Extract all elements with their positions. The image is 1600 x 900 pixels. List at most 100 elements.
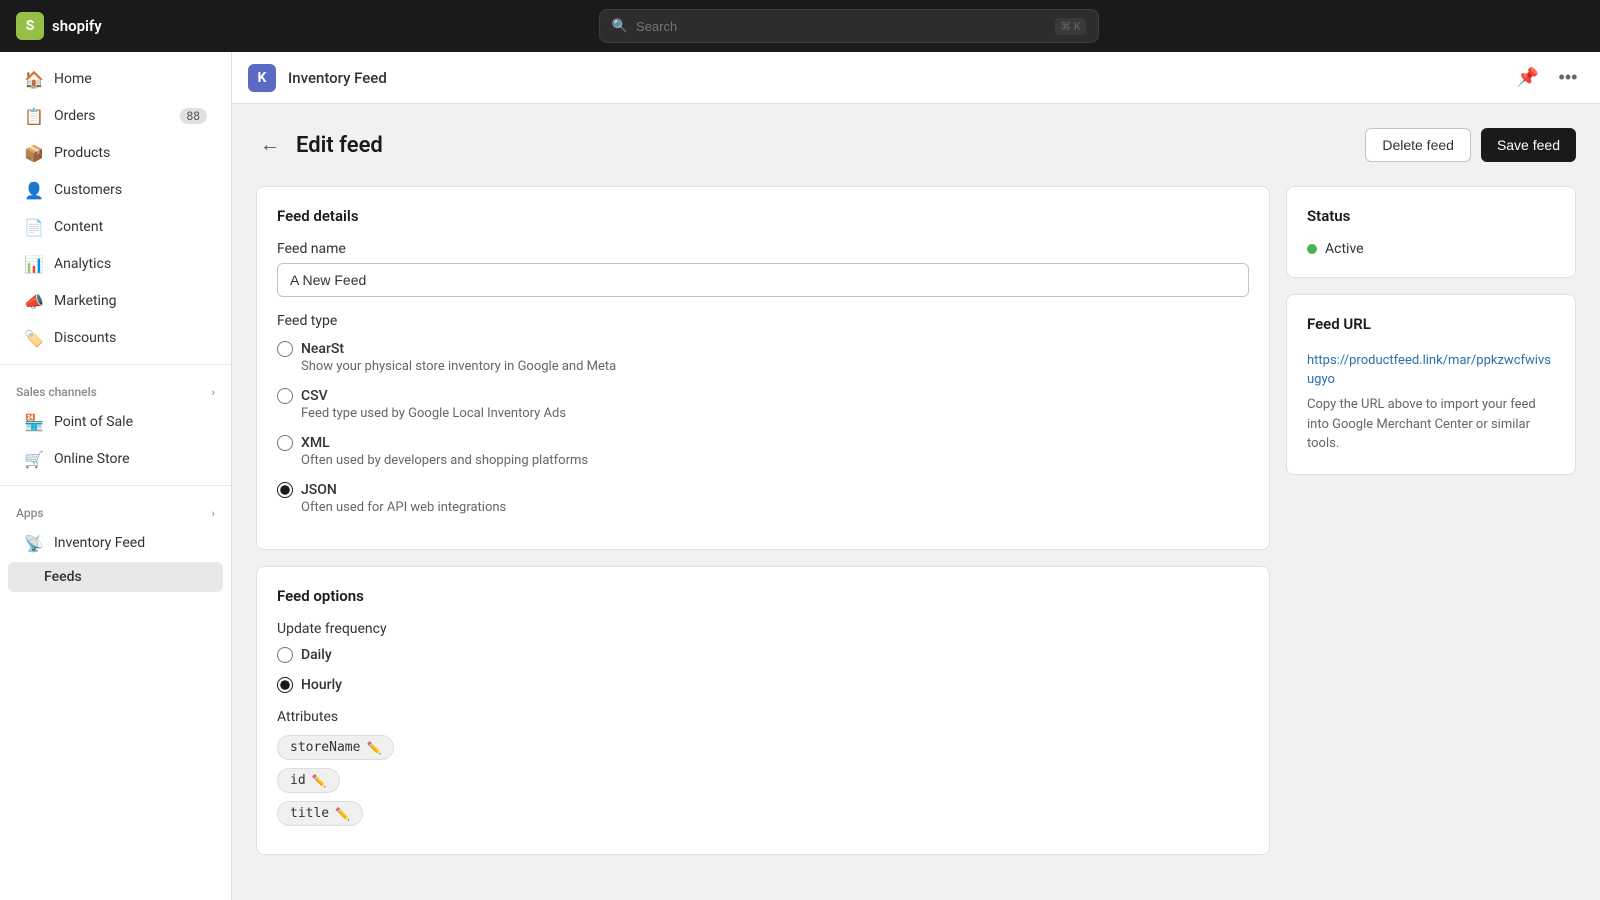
sidebar-item-label: Content [54, 219, 103, 235]
pin-button[interactable]: 📌 [1512, 62, 1544, 94]
attribute-name: id [290, 773, 306, 788]
point-of-sale-icon: 🏪 [24, 412, 44, 432]
feed-url-description: Copy the URL above to import your feed i… [1307, 395, 1555, 454]
feed-type-nearst: NearSt Show your physical store inventor… [277, 341, 1249, 374]
more-actions-button[interactable]: ••• [1552, 62, 1584, 94]
sidebar-item-label: Inventory Feed [54, 535, 145, 551]
logo-text: shopify [52, 17, 102, 35]
apps-label: Apps [16, 506, 44, 520]
divider [0, 364, 231, 365]
csv-desc: Feed type used by Google Local Inventory… [277, 406, 1249, 421]
products-icon: 📦 [24, 143, 44, 163]
sidebar-item-inventory-feed[interactable]: 📡 Inventory Feed [8, 525, 223, 561]
sidebar-item-label: Online Store [54, 451, 130, 467]
feed-details-title: Feed details [277, 207, 1249, 225]
status-card-title: Status [1307, 207, 1555, 225]
main-column: Feed details Feed name Feed type NearSt … [256, 186, 1270, 855]
daily-radio[interactable] [277, 647, 293, 663]
search-bar[interactable]: 🔍 ⌘ K [599, 9, 1099, 43]
attribute-id: id ✏️ [277, 768, 340, 793]
two-col-layout: Feed details Feed name Feed type NearSt … [256, 186, 1576, 855]
feed-name-input[interactable] [277, 263, 1249, 297]
back-button[interactable]: ← [256, 130, 284, 161]
json-radio[interactable] [277, 482, 293, 498]
sidebar-item-content[interactable]: 📄 Content [8, 209, 223, 245]
csv-radio[interactable] [277, 388, 293, 404]
logo: S shopify [16, 12, 102, 40]
xml-label[interactable]: XML [301, 435, 330, 451]
status-text: Active [1325, 241, 1364, 257]
xml-desc: Often used by developers and shopping pl… [277, 453, 1249, 468]
page-header-right: Delete feed Save feed [1365, 128, 1576, 162]
customers-icon: 👤 [24, 180, 44, 200]
sidebar-item-label: Point of Sale [54, 414, 133, 430]
sidebar-item-label: Feeds [44, 569, 82, 585]
sidebar-item-label: Customers [54, 182, 122, 198]
marketing-icon: 📣 [24, 291, 44, 311]
nearst-label[interactable]: NearSt [301, 341, 344, 357]
sidebar-item-label: Marketing [54, 293, 117, 309]
sidebar-item-online-store[interactable]: 🛒 Online Store [8, 441, 223, 477]
feed-details-card: Feed details Feed name Feed type NearSt … [256, 186, 1270, 550]
xml-radio[interactable] [277, 435, 293, 451]
sidebar-item-label: Analytics [54, 256, 111, 272]
analytics-icon: 📊 [24, 254, 44, 274]
edit-title-icon[interactable]: ✏️ [335, 807, 350, 821]
page-title: Edit feed [296, 133, 383, 158]
sidebar-item-label: Orders [54, 108, 96, 124]
attribute-name: storeName [290, 740, 360, 755]
nearst-radio[interactable] [277, 341, 293, 357]
daily-label[interactable]: Daily [301, 647, 332, 663]
sidebar: 🏠 Home 📋 Orders 88 📦 Products 👤 Customer… [0, 52, 232, 900]
sidebar-item-home[interactable]: 🏠 Home [8, 61, 223, 97]
content-icon: 📄 [24, 217, 44, 237]
sales-channels-label: Sales channels [16, 385, 97, 399]
discounts-icon: 🏷️ [24, 328, 44, 348]
topbar: S shopify 🔍 ⌘ K [0, 0, 1600, 52]
status-dot [1307, 244, 1317, 254]
edit-id-icon[interactable]: ✏️ [312, 774, 327, 788]
online-store-icon: 🛒 [24, 449, 44, 469]
home-icon: 🏠 [24, 69, 44, 89]
sub-header-title: Inventory Feed [288, 69, 387, 87]
sidebar-item-point-of-sale[interactable]: 🏪 Point of Sale [8, 404, 223, 440]
sidebar-item-customers[interactable]: 👤 Customers [8, 172, 223, 208]
sales-channels-header[interactable]: Sales channels › [0, 373, 231, 403]
status-card: Status Active [1286, 186, 1576, 278]
chevron-right-icon: › [212, 386, 215, 399]
edit-storename-icon[interactable]: ✏️ [366, 741, 381, 755]
hourly-label[interactable]: Hourly [301, 677, 342, 693]
sidebar-item-analytics[interactable]: 📊 Analytics [8, 246, 223, 282]
sidebar-item-discounts[interactable]: 🏷️ Discounts [8, 320, 223, 356]
hourly-radio[interactable] [277, 677, 293, 693]
search-shortcut: ⌘ K [1055, 18, 1086, 35]
search-input[interactable] [636, 19, 1047, 34]
feed-url-link[interactable]: https://productfeed.link/mar/ppkzwcfwivs… [1307, 353, 1551, 387]
apps-header[interactable]: Apps › [0, 494, 231, 524]
feed-name-label: Feed name [277, 241, 1249, 257]
orders-icon: 📋 [24, 106, 44, 126]
sidebar-item-label: Home [54, 71, 92, 87]
attribute-storename: storeName ✏️ [277, 735, 394, 760]
app-icon: K [248, 64, 276, 92]
status-row: Active [1307, 241, 1555, 257]
feed-options-card: Feed options Update frequency Daily [256, 566, 1270, 855]
sidebar-nav: 🏠 Home 📋 Orders 88 📦 Products 👤 Customer… [0, 52, 231, 601]
page-content: ← Edit feed Delete feed Save feed Feed d… [232, 104, 1600, 900]
attribute-title: title ✏️ [277, 801, 363, 826]
chevron-right-icon-2: › [212, 507, 215, 520]
sidebar-item-orders[interactable]: 📋 Orders 88 [8, 98, 223, 134]
sidebar-item-marketing[interactable]: 📣 Marketing [8, 283, 223, 319]
side-column: Status Active Feed URL https://productfe… [1286, 186, 1576, 475]
feed-type-label: Feed type [277, 313, 1249, 329]
sidebar-item-products[interactable]: 📦 Products [8, 135, 223, 171]
attributes-label: Attributes [277, 709, 1249, 725]
sidebar-item-feeds[interactable]: Feeds [8, 562, 223, 592]
json-label[interactable]: JSON [301, 482, 337, 498]
feed-type-xml: XML Often used by developers and shoppin… [277, 435, 1249, 468]
main-layout: 🏠 Home 📋 Orders 88 📦 Products 👤 Customer… [0, 52, 1600, 900]
nearst-desc: Show your physical store inventory in Go… [277, 359, 1249, 374]
csv-label[interactable]: CSV [301, 388, 328, 404]
delete-feed-button[interactable]: Delete feed [1365, 128, 1471, 162]
save-feed-button[interactable]: Save feed [1481, 128, 1576, 162]
